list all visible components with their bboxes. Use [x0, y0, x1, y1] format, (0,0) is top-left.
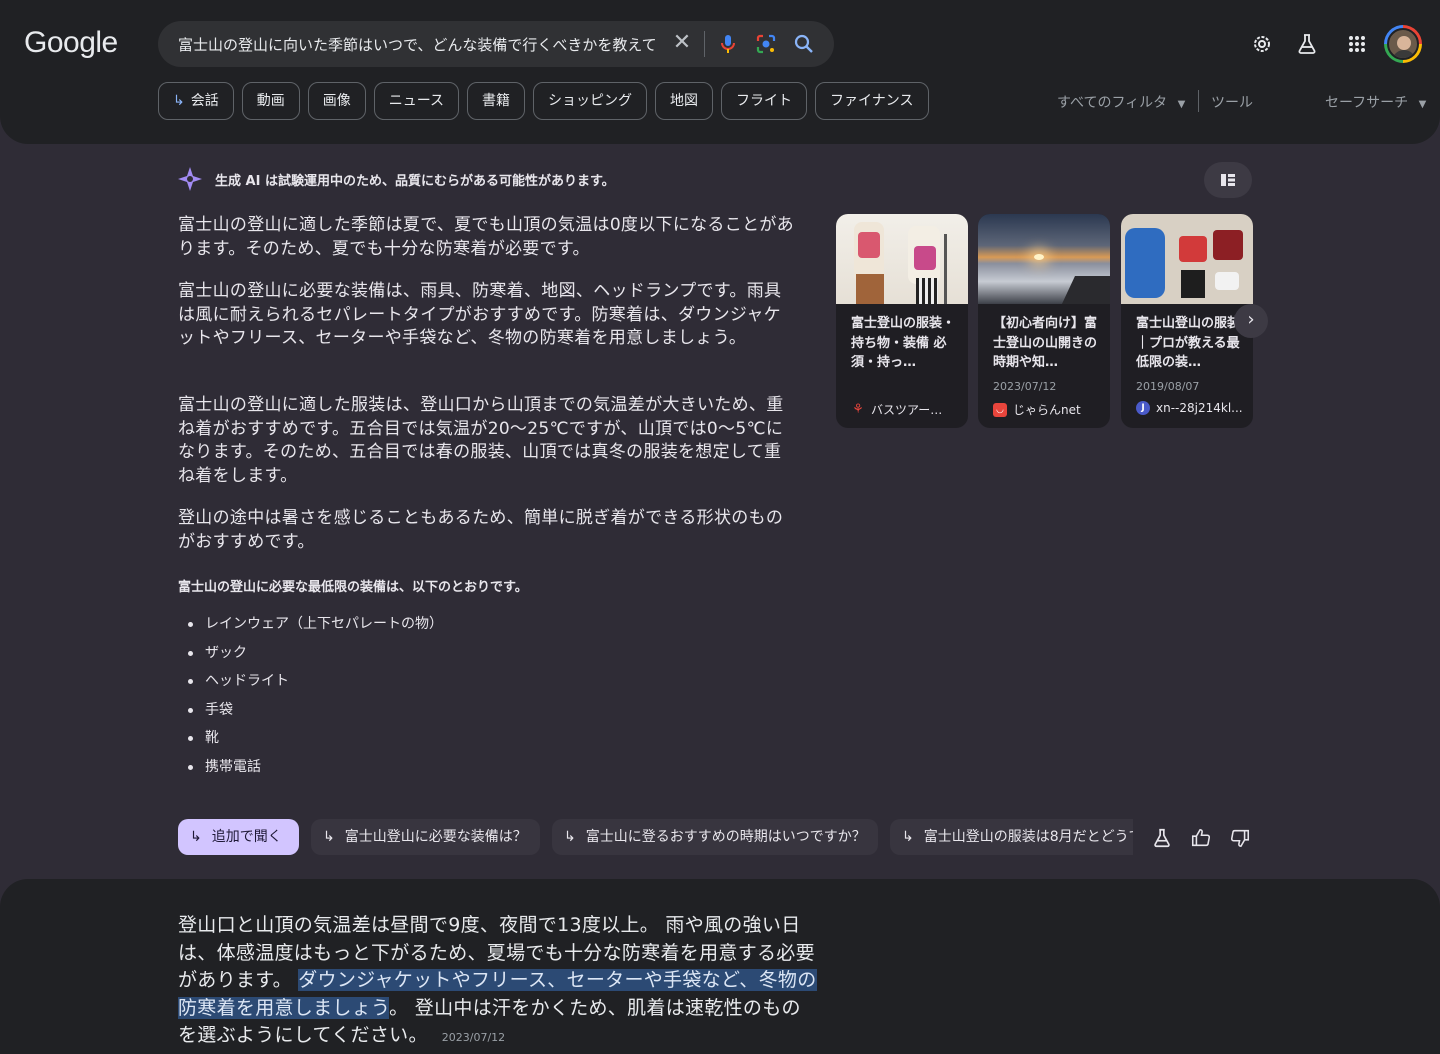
search-icon[interactable]: [792, 32, 816, 56]
thumbs-up-icon[interactable]: [1190, 827, 1212, 849]
settings-gear-icon[interactable]: [1250, 32, 1274, 56]
microphone-icon[interactable]: [716, 32, 740, 56]
ai-overview-header: 生成 AI は試験運用中のため、品質にむらがある可能性があります。: [177, 166, 615, 192]
card-thumbnail: [1121, 214, 1253, 304]
card-thumbnail: [836, 214, 968, 304]
search-header: Google 富士山の登山に向いた季節はいつで、どんな装備で行くべきかを教えて …: [0, 0, 1440, 144]
source-favicon-icon: J: [1136, 401, 1150, 415]
apps-grid-icon[interactable]: [1345, 32, 1369, 56]
reply-arrow-icon: ↳: [190, 829, 202, 845]
follow-up-chip[interactable]: ↳ 富士山に登るおすすめの時期はいつですか？: [552, 819, 878, 855]
search-mode-tabs: ↳ 会話 動画 画像 ニュース 書籍 ショッピング 地図 フライト ファイナンス: [158, 82, 929, 120]
safesearch-dropdown[interactable]: セーフサーチ ▼: [1325, 92, 1426, 112]
card-date: 2019/08/07: [1136, 380, 1200, 393]
equipment-list-heading: 富士山の登山に必要な最低限の装備は、以下のとおりです。: [178, 580, 528, 595]
list-item: ザック: [188, 641, 443, 670]
card-title: 富士山登山の服装｜プロが教える最低限の装…: [1136, 316, 1241, 370]
tab-shopping[interactable]: ショッピング: [533, 82, 648, 120]
list-item: ヘッドライト: [188, 669, 443, 698]
labs-flask-icon[interactable]: [1295, 32, 1319, 56]
source-favicon-icon: ⚘: [852, 401, 864, 417]
ai-paragraph: 登山の途中は暑さを感じることもあるため、簡単に脱ぎ着ができる形状のものがおすすめ…: [178, 508, 784, 552]
list-item: 靴: [188, 726, 443, 755]
featured-snippet-text: 登山口と山頂の気温差は昼間で9度、夜間で13度以上。 雨や風の強い日は、体感温度…: [178, 914, 817, 1046]
source-card[interactable]: 【初心者向け】富士登山の山開きの時期や知… 2023/07/12 ◡ じゃらんn…: [978, 214, 1110, 428]
follow-up-chip[interactable]: ↳ 富士山登山に必要な装備は？: [311, 819, 540, 855]
search-divider: [704, 31, 705, 57]
source-card[interactable]: 富士登山の服装・持ち物・装備 必須・持っ… ⚘ バスツアー…: [836, 214, 968, 428]
reply-arrow-icon: ↳: [564, 829, 576, 845]
dropdown-caret-icon: ▼: [1177, 99, 1186, 110]
thumbs-down-icon[interactable]: [1229, 827, 1251, 849]
ai-experimental-notice: 生成 AI は試験運用中のため、品質にむらがある可能性があります。: [215, 173, 615, 189]
labs-flask-icon[interactable]: [1151, 827, 1173, 849]
chevron-right-icon: ›: [1247, 309, 1255, 330]
card-source: J xn--28j214kl...: [1136, 401, 1243, 415]
search-input[interactable]: 富士山の登山に向いた季節はいつで、どんな装備で行くべきかを教えて: [178, 34, 662, 55]
source-favicon-icon: ◡: [993, 402, 1007, 417]
equipment-list: レインウェア（上下セパレートの物） ザック ヘッドライト 手袋 靴 携帯電話: [188, 612, 443, 783]
ai-paragraph: 富士山の登山に必要な装備は、雨具、防寒着、地図、ヘッドランプです。雨具は風に耐え…: [178, 281, 782, 348]
card-thumbnail: [978, 214, 1110, 304]
dropdown-caret-icon: ▼: [1418, 99, 1427, 110]
tab-maps[interactable]: 地図: [655, 82, 714, 120]
cards-next-button[interactable]: ›: [1234, 304, 1268, 338]
follow-up-chip[interactable]: ↳富士山登山の服装は8月だとどうですか？: [890, 819, 1133, 855]
reply-arrow-icon: ↳: [173, 93, 185, 109]
list-item: レインウェア（上下セパレートの物）: [188, 612, 443, 641]
search-box[interactable]: 富士山の登山に向いた季節はいつで、どんな装備で行くべきかを教えて ✕: [158, 21, 834, 67]
tab-finance[interactable]: ファイナンス: [815, 82, 929, 120]
clear-icon[interactable]: ✕: [670, 31, 694, 55]
gemini-sparkle-icon: [178, 167, 202, 191]
card-source: ◡ じゃらんnet: [993, 401, 1081, 418]
layout-icon: [1221, 174, 1235, 186]
layout-toggle-button[interactable]: [1204, 162, 1252, 198]
tab-images[interactable]: 画像: [307, 82, 366, 120]
card-date: 2023/07/12: [993, 380, 1057, 393]
snippet-date: 2023/07/12: [441, 1031, 506, 1044]
google-lens-icon[interactable]: [754, 32, 778, 56]
ai-paragraph: 富士山の登山に適した季節は夏で、夏でも山頂の気温は0度以下になることがあります。…: [178, 215, 794, 259]
list-item: 手袋: [188, 698, 443, 727]
tab-videos[interactable]: 動画: [241, 82, 300, 120]
list-item: 携帯電話: [188, 755, 443, 784]
reply-arrow-icon: ↳: [323, 829, 335, 845]
ai-paragraph: 富士山の登山に適した服装は、登山口から山頂までの気温差が大きいため、重ね着がおす…: [178, 395, 784, 486]
follow-up-suggestions: ↳ 追加で聞く ↳ 富士山登山に必要な装備は？ ↳ 富士山に登るおすすめの時期はいつで…: [178, 819, 1133, 855]
tab-books[interactable]: 書籍: [467, 82, 526, 120]
all-filters-dropdown[interactable]: すべてのフィルタ ▼: [1057, 92, 1185, 112]
card-source: ⚘ バスツアー…: [852, 401, 943, 417]
tab-news[interactable]: ニュース: [373, 82, 460, 120]
tools-button[interactable]: ツール: [1211, 92, 1253, 112]
account-avatar[interactable]: [1384, 25, 1422, 63]
reply-arrow-icon: ↳: [902, 829, 914, 845]
card-title: 【初心者向け】富士登山の山開きの時期や知…: [993, 316, 1098, 370]
google-logo[interactable]: Google: [24, 26, 118, 60]
tab-flights[interactable]: フライト: [721, 82, 808, 120]
card-title: 富士登山の服装・持ち物・装備 必須・持っ…: [851, 316, 956, 370]
ask-more-button[interactable]: ↳ 追加で聞く: [178, 819, 299, 855]
tools-divider: [1198, 90, 1199, 112]
tab-conversation[interactable]: ↳ 会話: [158, 82, 234, 120]
